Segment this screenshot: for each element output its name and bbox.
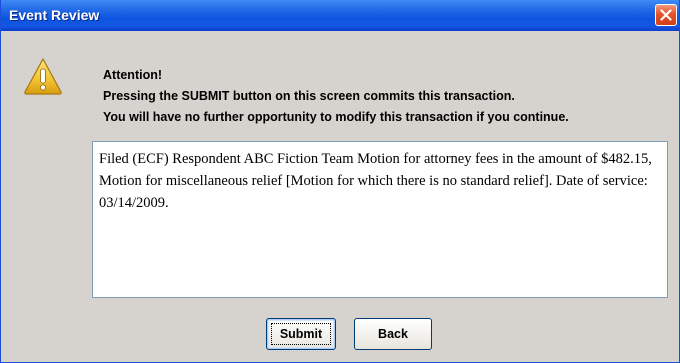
close-button[interactable] xyxy=(655,4,677,26)
back-button[interactable]: Back xyxy=(354,318,432,350)
attention-heading: Attention! xyxy=(103,68,163,82)
no-modify-warning-text: You will have no further opportunity to … xyxy=(103,110,569,124)
close-icon xyxy=(660,9,672,21)
window-title: Event Review xyxy=(9,7,100,23)
back-button-label: Back xyxy=(378,327,408,341)
event-detail-textarea[interactable]: Filed (ECF) Respondent ABC Fiction Team … xyxy=(92,141,668,298)
title-bar[interactable]: Event Review xyxy=(1,0,679,31)
submit-button-label: Submit xyxy=(279,327,323,341)
submit-button[interactable]: Submit xyxy=(266,318,336,350)
submit-warning-text: Pressing the SUBMIT button on this scree… xyxy=(103,89,515,103)
event-review-dialog: Event Review Attention! Pressing the SUB… xyxy=(0,0,680,363)
warning-icon xyxy=(24,58,62,95)
